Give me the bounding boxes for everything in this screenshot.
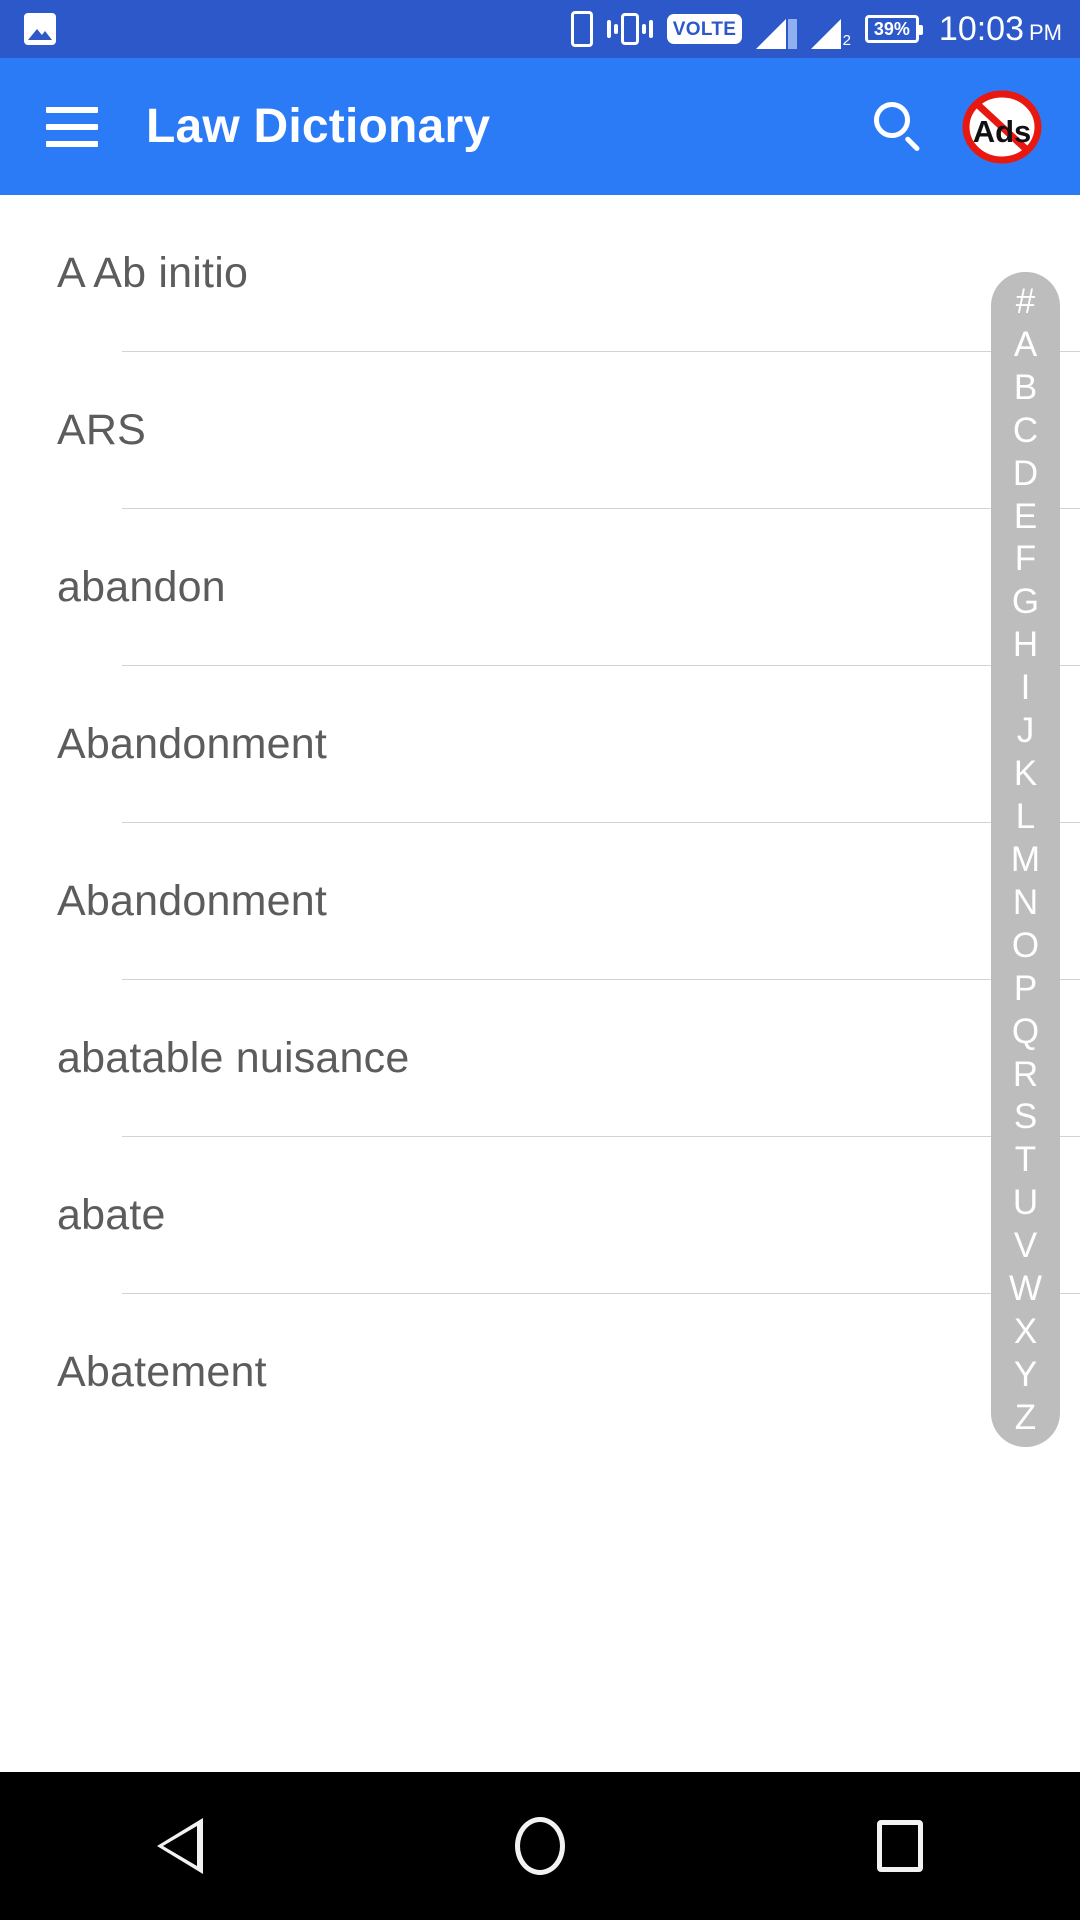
- alphabet-index-scrollbar[interactable]: # A B C D E F G H I J K L M N O P Q R S T U V W X Y Z: [991, 272, 1060, 1447]
- list-item-label: abatable nuisance: [57, 1034, 410, 1082]
- vibrate-icon: [606, 11, 653, 47]
- signal-icon-sim2: 2: [810, 9, 851, 49]
- alpha-index-e[interactable]: E: [991, 499, 1060, 534]
- status-bar: VOLTE 1 2 39% 10:03 PM: [0, 0, 1080, 58]
- list-item[interactable]: Abandonment: [0, 823, 1080, 980]
- list-item-label: abandon: [57, 563, 226, 611]
- alpha-index-hash[interactable]: #: [991, 284, 1060, 319]
- alpha-index-g[interactable]: G: [991, 584, 1060, 619]
- list-item[interactable]: abandon: [0, 509, 1080, 666]
- triangle-back-icon: [157, 1818, 203, 1874]
- list-item-label: Abandonment: [57, 720, 327, 768]
- list-item[interactable]: ARS: [0, 352, 1080, 509]
- square-recents-icon: [877, 1820, 923, 1872]
- status-bar-clock: 10:03 PM: [939, 10, 1062, 49]
- alpha-index-l[interactable]: L: [991, 799, 1060, 834]
- alpha-index-k[interactable]: K: [991, 756, 1060, 791]
- list-item-label: abate: [57, 1191, 166, 1239]
- alpha-index-a[interactable]: A: [991, 327, 1060, 362]
- hamburger-menu-icon[interactable]: [46, 106, 98, 147]
- volte-icon: VOLTE: [666, 14, 743, 44]
- page-title: Law Dictionary: [146, 100, 491, 153]
- list-item[interactable]: A Ab initio: [0, 195, 1080, 352]
- status-bar-right-icons: VOLTE 1 2 39% 10:03 PM: [570, 0, 1062, 58]
- list-item-label: Abandonment: [57, 877, 327, 925]
- word-list: A Ab initio ARS abandon Abandonment Abandonm…: [0, 195, 1080, 1451]
- clock-time: 10:03: [938, 9, 1024, 48]
- app-bar-actions: Ads: [870, 58, 1080, 195]
- alpha-index-b[interactable]: B: [991, 370, 1060, 405]
- recents-button[interactable]: [830, 1772, 970, 1920]
- alpha-index-f[interactable]: F: [991, 541, 1060, 576]
- alpha-index-s[interactable]: S: [991, 1099, 1060, 1134]
- alpha-index-i[interactable]: I: [991, 670, 1060, 705]
- list-item[interactable]: abatable nuisance: [0, 980, 1080, 1137]
- alpha-index-r[interactable]: R: [991, 1057, 1060, 1092]
- alpha-index-z[interactable]: Z: [991, 1400, 1060, 1435]
- clock-ampm: PM: [1029, 19, 1062, 45]
- alpha-index-d[interactable]: D: [991, 456, 1060, 491]
- alpha-index-c[interactable]: C: [991, 413, 1060, 448]
- circle-home-icon: [515, 1817, 565, 1875]
- alpha-index-n[interactable]: N: [991, 885, 1060, 920]
- alpha-index-t[interactable]: T: [991, 1142, 1060, 1177]
- battery-indicator: 39%: [864, 15, 923, 43]
- no-ads-label: Ads: [973, 114, 1032, 149]
- list-item[interactable]: Abatement: [0, 1294, 1080, 1451]
- status-bar-left-icons: [0, 13, 56, 45]
- alpha-index-w[interactable]: W: [991, 1271, 1060, 1306]
- list-item-label: ARS: [57, 406, 147, 454]
- alpha-index-p[interactable]: P: [991, 971, 1060, 1006]
- list-item[interactable]: abate: [0, 1137, 1080, 1294]
- android-navigation-bar: [0, 1772, 1080, 1920]
- alpha-index-m[interactable]: M: [991, 842, 1060, 877]
- signal-icon-sim1: 1: [756, 9, 797, 49]
- sim2-label: 2: [842, 32, 851, 49]
- alpha-index-o[interactable]: O: [991, 928, 1060, 963]
- phone-icon: [570, 11, 593, 47]
- alpha-index-j[interactable]: J: [991, 713, 1060, 748]
- alpha-index-u[interactable]: U: [991, 1185, 1060, 1220]
- back-button[interactable]: [110, 1772, 250, 1920]
- no-ads-icon[interactable]: Ads: [962, 87, 1042, 167]
- alpha-index-x[interactable]: X: [991, 1314, 1060, 1349]
- alpha-index-h[interactable]: H: [991, 627, 1060, 662]
- search-icon[interactable]: [870, 99, 926, 155]
- word-list-container[interactable]: A Ab initio ARS abandon Abandonment Abandonm…: [0, 195, 1080, 1772]
- list-item-label: A Ab initio: [57, 249, 249, 297]
- gallery-icon: [24, 13, 56, 45]
- alpha-index-y[interactable]: Y: [991, 1357, 1060, 1392]
- home-button[interactable]: [470, 1772, 610, 1920]
- alpha-index-v[interactable]: V: [991, 1228, 1060, 1263]
- app-bar: Law Dictionary Ads: [0, 58, 1080, 195]
- list-item[interactable]: Abandonment: [0, 666, 1080, 823]
- list-item-label: Abatement: [57, 1348, 267, 1396]
- alpha-index-q[interactable]: Q: [991, 1014, 1060, 1049]
